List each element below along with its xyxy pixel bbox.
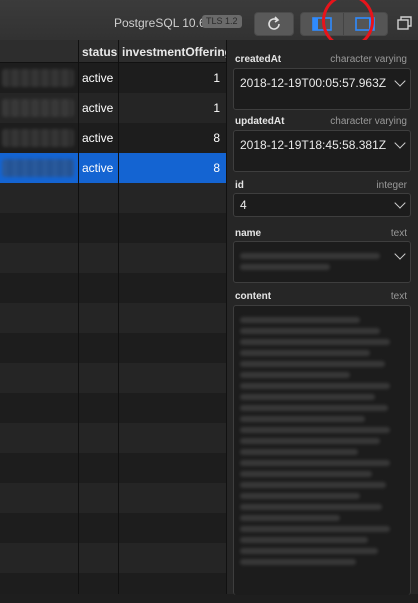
createdat-field[interactable]: 2018-12-19T00:05:57.963Z [233,68,411,110]
field-label-name: name [235,228,262,239]
grid-header: status investmentOffering [0,40,232,63]
updatedat-value: 2018-12-19T18:45:58.381Z [240,138,387,152]
content-field[interactable] [233,305,411,595]
empty-row [0,453,226,483]
empty-row [0,213,226,243]
id-value: 4 [240,198,247,212]
investment-offering-cell: 8 [213,161,220,175]
empty-row [0,243,226,273]
investment-offering-cell: 1 [213,71,220,85]
table-row-selected[interactable]: active 8 [0,153,226,183]
empty-row [0,393,226,423]
table-row[interactable]: active 1 [0,93,226,123]
name-field[interactable] [233,241,411,283]
field-type-updatedat: character varying [330,116,407,127]
empty-row [0,183,226,213]
redacted-cell [2,69,74,87]
field-type-content: text [390,291,407,302]
chevron-down-icon[interactable] [394,197,406,209]
empty-row [0,573,226,603]
status-cell: active [82,101,114,115]
redacted-cell [2,99,74,117]
empty-row [0,543,226,573]
id-field[interactable]: 4 [233,193,411,217]
data-grid: status investmentOffering active 1 activ… [0,40,232,594]
column-divider [78,40,79,594]
empty-row [0,363,226,393]
field-label-id: id [235,180,244,191]
field-label-updatedat: updatedAt [235,116,285,127]
column-header-investment-offering[interactable]: investmentOffering [122,45,232,59]
investment-offering-cell: 1 [213,101,220,115]
column-header-status[interactable]: status [82,45,117,59]
status-cell: active [82,131,114,145]
column-divider [118,40,119,594]
createdat-value: 2018-12-19T00:05:57.963Z [240,76,387,90]
field-label-content: content [235,291,272,302]
redacted-text [240,248,400,275]
table-row[interactable]: active 1 [0,63,226,93]
connection-label: PostgreSQL 10.6 [114,16,206,30]
empty-row [0,483,226,513]
redacted-cell [2,159,74,177]
investment-offering-cell: 8 [213,131,220,145]
toolbar: PostgreSQL 10.6 TLS 1.2 [0,0,418,48]
empty-row [0,303,226,333]
row-detail-panel: createdAt character varying 2018-12-19T0… [226,40,418,595]
field-type-id: integer [376,180,407,191]
empty-row [0,513,226,543]
window-icon [397,16,412,30]
empty-row [0,423,226,453]
new-window-button[interactable] [392,12,418,34]
refresh-icon [268,16,280,30]
table-row[interactable]: active 8 [0,123,226,153]
chevron-down-icon[interactable] [394,75,406,87]
field-type-name: text [390,228,407,239]
status-cell: active [82,71,114,85]
redacted-text [240,312,400,570]
field-type-createdat: character varying [330,54,407,65]
redacted-cell [2,129,74,147]
field-label-createdat: createdAt [235,54,282,65]
empty-row [0,273,226,303]
updatedat-field[interactable]: 2018-12-19T18:45:58.381Z [233,130,411,172]
chevron-down-icon[interactable] [394,137,406,149]
tls-badge: TLS 1.2 [202,15,242,28]
empty-row [0,333,226,363]
refresh-button[interactable] [254,12,294,36]
status-cell: active [82,161,114,175]
